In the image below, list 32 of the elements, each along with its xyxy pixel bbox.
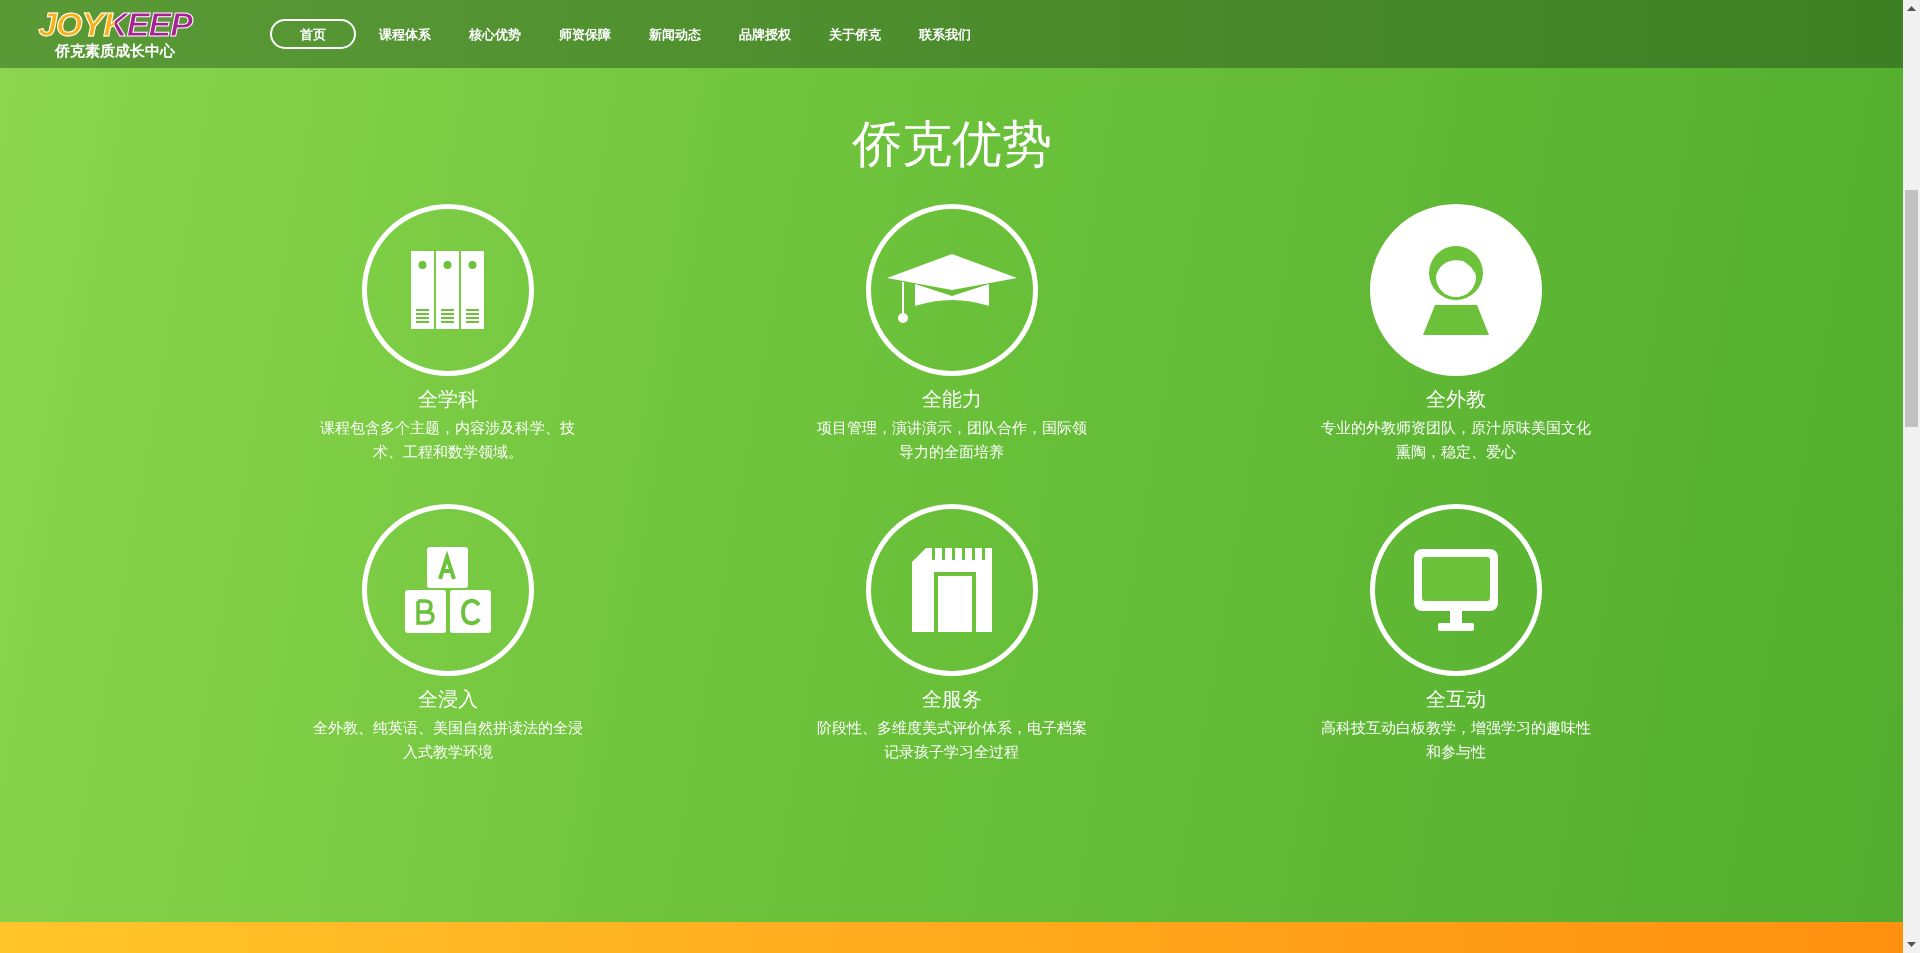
nav-link[interactable]: 联系我们 — [904, 19, 986, 49]
nav-link[interactable]: 首页 — [270, 19, 356, 49]
feature-title: 全互动 — [1425, 686, 1486, 712]
feature-description: 全外教、纯英语、美国自然拼读法的全浸入式教学环境 — [311, 718, 584, 763]
feature-description: 课程包含多个主题，内容涉及科学、技术、工程和数学领域。 — [319, 418, 576, 463]
scrollbar[interactable] — [1903, 0, 1920, 953]
feature-description: 专业的外教师资团队，原汁原味美国文化熏陶，稳定、爱心 — [1319, 418, 1592, 463]
feature-title: 全学科 — [417, 386, 478, 412]
nav-link[interactable]: 课程体系 — [364, 19, 446, 49]
feature-title: 全服务 — [921, 686, 982, 712]
nav-link[interactable]: 核心优势 — [454, 19, 536, 49]
nav-link[interactable]: 品牌授权 — [724, 19, 806, 49]
binders-icon — [410, 251, 485, 329]
feature-description: 阶段性、多维度美式评价体系，电子档案记录孩子学习全过程 — [815, 718, 1088, 763]
nav-link[interactable]: 师资保障 — [544, 19, 626, 49]
nav-link[interactable]: 新闻动态 — [634, 19, 716, 49]
feature-title: 全能力 — [921, 386, 982, 412]
scroll-up-icon[interactable] — [1907, 6, 1916, 11]
graduation-cap-icon — [886, 254, 1017, 326]
scrollbar-thumb[interactable] — [1905, 190, 1918, 427]
feature-description: 项目管理，演讲演示，团队合作，国际领导力的全面培养 — [815, 418, 1088, 463]
section-title: 侨克优势 — [851, 114, 1052, 175]
scroll-down-icon[interactable] — [1907, 942, 1916, 947]
logo-tagline: 侨克素质成长中心 — [55, 41, 175, 61]
monitor-icon — [1413, 549, 1498, 631]
feature-title: 全浸入 — [417, 686, 478, 712]
person-icon — [1420, 245, 1491, 335]
nav-link[interactable]: 关于侨克 — [814, 19, 896, 49]
letter-blocks-icon — [404, 547, 491, 633]
feature-description: 高科技互动白板教学，增强学习的趣味性和参与性 — [1319, 718, 1592, 763]
feature-title: 全外教 — [1425, 386, 1486, 412]
memory-card-icon — [911, 548, 992, 632]
